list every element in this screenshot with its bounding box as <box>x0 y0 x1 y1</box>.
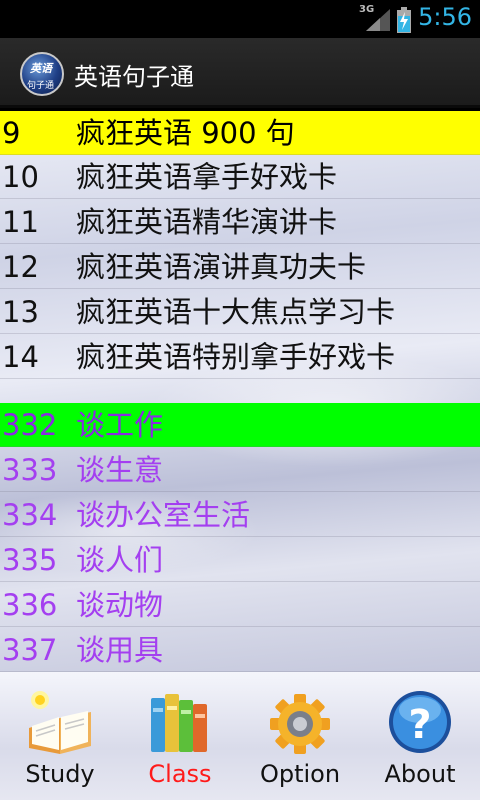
item-title: 疯狂英语精华演讲卡 <box>76 205 338 239</box>
item-number: 12 <box>2 250 39 284</box>
item-title: 谈人们 <box>76 543 164 577</box>
item-title: 谈用具 <box>76 633 164 667</box>
list-item[interactable]: 332 谈工作 <box>0 403 480 447</box>
gear-icon <box>270 694 330 754</box>
tab-about-label: About <box>384 760 456 788</box>
list-item[interactable]: 14 疯狂英语特别拿手好戏卡 <box>0 335 480 379</box>
list-item[interactable]: 336 谈动物 <box>0 583 480 627</box>
battery-charging-icon <box>397 7 411 33</box>
item-title: 谈生意 <box>76 453 164 487</box>
tab-study-label: Study <box>25 760 95 788</box>
category-list: 9 疯狂英语 900 句 10 疯狂英语拿手好戏卡 11 疯狂英语精华演讲卡 1… <box>0 111 480 672</box>
list-item[interactable]: 337 谈用具 <box>0 628 480 672</box>
action-bar: 英语 句子通 英语句子通 <box>0 38 480 108</box>
open-book-icon <box>29 691 91 754</box>
list-item[interactable]: 12 疯狂英语演讲真功夫卡 <box>0 245 480 289</box>
status-bar: 3G 5:56 <box>0 0 480 38</box>
bottom-tab-bar: Study Class Option ? About <box>0 672 480 800</box>
signal-icon <box>366 9 390 31</box>
item-number: 332 <box>2 408 58 442</box>
item-number: 337 <box>2 633 58 667</box>
tab-class[interactable]: Class <box>120 672 240 800</box>
item-title: 谈动物 <box>76 588 164 622</box>
list-item[interactable]: 335 谈人们 <box>0 538 480 582</box>
list-item[interactable]: 9 疯狂英语 900 句 <box>0 111 480 155</box>
tab-about[interactable]: ? About <box>360 672 480 800</box>
tab-option-label: Option <box>259 760 341 788</box>
item-number: 11 <box>2 205 39 239</box>
item-title: 疯狂英语演讲真功夫卡 <box>76 250 367 284</box>
tab-class-label: Class <box>148 760 212 788</box>
list-item[interactable]: 334 谈办公室生活 <box>0 493 480 537</box>
app-logo-text-top: 英语 <box>30 62 52 75</box>
item-title: 疯狂英语 900 句 <box>76 116 295 150</box>
item-title: 疯狂英语十大焦点学习卡 <box>76 295 396 329</box>
app-logo-text-bottom: 句子通 <box>27 81 55 91</box>
item-number: 13 <box>2 295 39 329</box>
item-number: 336 <box>2 588 58 622</box>
list-item[interactable]: 333 谈生意 <box>0 448 480 492</box>
item-title: 谈办公室生活 <box>76 498 251 532</box>
tab-option[interactable]: Option <box>240 672 360 800</box>
tab-study[interactable]: Study <box>0 672 120 800</box>
item-title: 疯狂英语拿手好戏卡 <box>76 160 338 194</box>
item-number: 335 <box>2 543 58 577</box>
item-number: 334 <box>2 498 58 532</box>
item-title: 疯狂英语特别拿手好戏卡 <box>76 340 396 374</box>
app-title: 英语句子通 <box>74 63 194 91</box>
svg-text:?: ? <box>408 702 431 748</box>
list-item[interactable]: 11 疯狂英语精华演讲卡 <box>0 200 480 244</box>
books-icon <box>151 694 207 752</box>
list-item[interactable]: 10 疯狂英语拿手好戏卡 <box>0 155 480 199</box>
item-number: 9 <box>2 116 21 150</box>
clock: 5:56 <box>418 3 472 31</box>
help-icon: ? <box>389 691 451 753</box>
item-number: 333 <box>2 453 58 487</box>
list-item[interactable]: 13 疯狂英语十大焦点学习卡 <box>0 290 480 334</box>
item-number: 14 <box>2 340 39 374</box>
item-number: 10 <box>2 160 39 194</box>
item-title: 谈工作 <box>76 408 164 442</box>
app-logo[interactable]: 英语 句子通 <box>20 52 64 96</box>
